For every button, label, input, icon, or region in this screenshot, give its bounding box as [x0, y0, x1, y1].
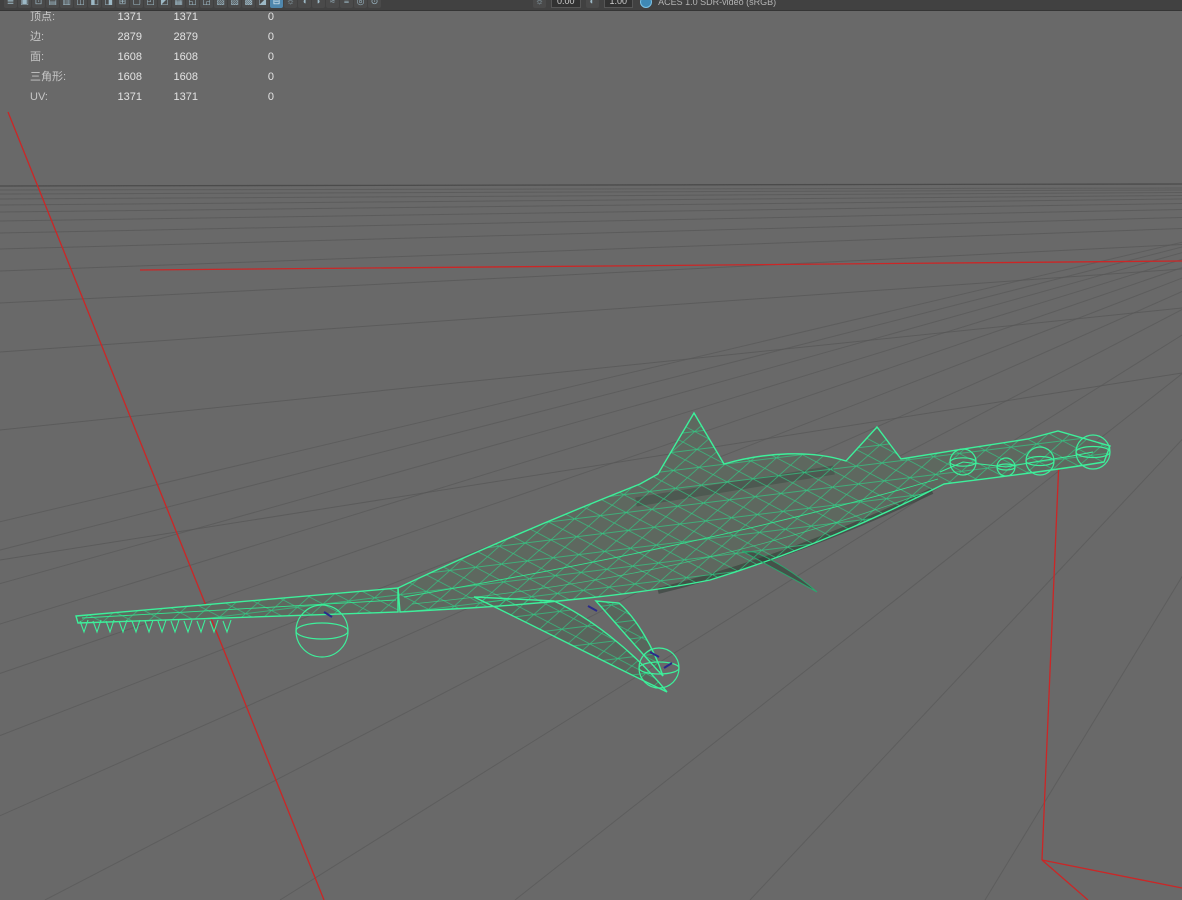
resolution-gate-icon[interactable]: ◰: [144, 0, 157, 8]
hud-value: 2879: [117, 31, 142, 43]
hud-value: 1371: [173, 91, 198, 103]
multisample-aa-icon[interactable]: ≡: [340, 0, 353, 8]
red-curve-segment[interactable]: [1041, 859, 1182, 889]
gamma-field[interactable]: 1.00: [603, 0, 634, 8]
hud-label: 三角形:: [30, 71, 67, 83]
shaded-display-icon[interactable]: ◪: [256, 0, 269, 8]
viewport-toolbar: ≣ ▣ ⊡ ▤ ▥ ◫ ◧ ◨ ⊞ ▢ ◰ ◩ ▦ ◱ ◲ ▧ ▨ ▩ ◪ ⊟ ☼ ◖ ◗ ≈ ≡ ◎ ⊙ ☼ 0.00 ◐ 1.0…: [0, 0, 1182, 11]
hud-value: 0: [267, 51, 274, 63]
use-all-lights-icon[interactable]: ☼: [284, 0, 297, 8]
hud-value: 0: [267, 31, 274, 43]
isolate-select-icon[interactable]: ⊙: [368, 0, 381, 8]
panel-menu-icon[interactable]: ≣: [4, 0, 17, 8]
viewport-3d[interactable]: 顶点: 1371 1371 0 边: 2879 2879 0 面: 1608 1…: [0, 0, 1182, 900]
hud-row-faces: 面: 1608 1608 0: [30, 47, 274, 67]
image-plane-icon[interactable]: ◫: [74, 0, 87, 8]
safe-action-icon[interactable]: ◱: [186, 0, 199, 8]
hud-label: 面:: [30, 51, 45, 63]
screen-space-ao-icon[interactable]: ◗: [312, 0, 325, 8]
hud-value: 1371: [117, 91, 142, 103]
hud-value: 1608: [173, 51, 198, 63]
hud-value: 0: [267, 91, 274, 103]
toolbar-icon-group: ≣ ▣ ⊡ ▤ ▥ ◫ ◧ ◨ ⊞ ▢ ◰ ◩ ▦ ◱ ◲ ▧ ▨ ▩ ◪ ⊟ ☼ ◖ ◗ ≈ ≡ ◎ ⊙: [4, 0, 381, 8]
hud-row-uvs: UV: 1371 1371 0: [30, 87, 274, 107]
wireframe-display-icon[interactable]: ▩: [242, 0, 255, 8]
lock-camera-icon[interactable]: ⊡: [32, 0, 45, 8]
field-chart-icon[interactable]: ▦: [172, 0, 185, 8]
hud-toggle-icon[interactable]: ▧: [214, 0, 227, 8]
two-panes-side-by-side-icon[interactable]: ◧: [88, 0, 101, 8]
view-transform-label[interactable]: ACES 1.0 SDR-video (sRGB): [658, 0, 776, 7]
hud-value: 1608: [117, 71, 142, 83]
exposure-icon[interactable]: ☼: [533, 0, 546, 8]
hud-value: 1608: [173, 71, 198, 83]
gate-mask-icon[interactable]: ◩: [158, 0, 171, 8]
exposure-field[interactable]: 0.00: [551, 0, 581, 8]
hud-label: 边:: [30, 31, 45, 43]
bookmarks-icon[interactable]: ▥: [60, 0, 73, 8]
red-curve-segment[interactable]: [139, 260, 1182, 271]
film-gate-icon[interactable]: ▢: [130, 0, 143, 8]
red-curve-segment[interactable]: [1041, 859, 1089, 900]
poly-count-hud: 顶点: 1371 1371 0 边: 2879 2879 0 面: 1608 1…: [30, 7, 274, 107]
motion-blur-icon[interactable]: ≈: [326, 0, 339, 8]
object-details-icon[interactable]: ▨: [228, 0, 241, 8]
camera-attributes-icon[interactable]: ▤: [46, 0, 59, 8]
hud-value: 1608: [117, 51, 142, 63]
viewport-canvas[interactable]: [0, 0, 1182, 900]
color-management-icon[interactable]: [640, 0, 653, 8]
grid-toggle-icon[interactable]: ⊞: [116, 0, 129, 8]
hud-row-triangles: 三角形: 1608 1608 0: [30, 67, 274, 87]
red-curve-segment[interactable]: [1041, 435, 1061, 861]
select-camera-icon[interactable]: ▣: [18, 0, 31, 8]
hud-value: 0: [267, 71, 274, 83]
depth-of-field-icon[interactable]: ◎: [354, 0, 367, 8]
textured-display-icon[interactable]: ⊟: [270, 0, 283, 8]
hud-row-edges: 边: 2879 2879 0: [30, 27, 274, 47]
hud-label: UV:: [30, 91, 48, 103]
hud-value: 2879: [173, 31, 198, 43]
shadows-toggle-icon[interactable]: ◖: [298, 0, 311, 8]
two-panes-stacked-icon[interactable]: ◨: [102, 0, 115, 8]
safe-title-icon[interactable]: ◲: [200, 0, 213, 8]
contrast-icon[interactable]: ◐: [585, 0, 599, 8]
